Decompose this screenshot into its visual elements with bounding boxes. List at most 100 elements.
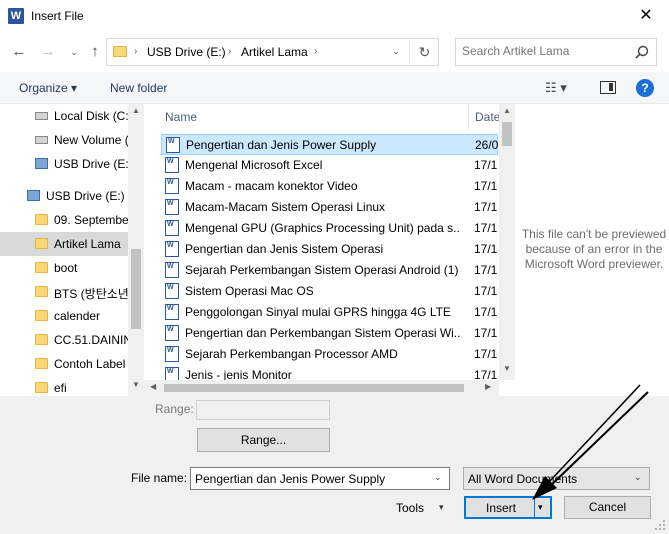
address-bar[interactable]: › USB Drive (E:) › Artikel Lama › ⌄ ↻ [106,38,439,66]
dialog-footer: Range: Range... File name: ⌄ All Word Do… [0,396,669,534]
range-button[interactable]: Range... [197,428,330,452]
chevron-down-icon[interactable]: ⌄ [634,472,642,483]
search-box[interactable] [455,38,657,66]
nav-item-local-disk-c[interactable]: Local Disk (C:) [0,104,128,128]
file-row[interactable]: W Sistem Operasi Mac OS 17/1 [161,281,498,302]
file-row[interactable]: W Sejarah Perkembangan Processor AMD 17/1 [161,344,498,365]
nav-item-usb-drive-e-root[interactable]: USB Drive (E:) [0,184,128,208]
search-input[interactable] [462,44,622,58]
nav-item-09-september[interactable]: 09. September [0,208,128,232]
nav-item-cc51-dainin[interactable]: CC.51.DAININ [0,328,128,352]
file-row[interactable]: W Mengenal GPU (Graphics Processing Unit)… [161,218,498,239]
file-row[interactable]: W Mengenal Microsoft Excel 17/1 [161,155,498,176]
change-view-icon[interactable]: ☷ ▾ [545,80,581,98]
file-date: 17/1 [474,221,498,235]
preview-pane-icon[interactable] [600,81,616,94]
scroll-right-icon[interactable]: ▶ [485,382,491,391]
nav-item-calender[interactable]: calender [0,304,128,328]
word-document-icon: W [165,178,179,194]
new-folder-button[interactable]: New folder [110,81,167,95]
file-name: Mengenal Microsoft Excel [185,158,323,172]
file-row[interactable]: W Jenis - jenis Monitor 17/1 [161,365,498,380]
file-row[interactable]: W Pengertian dan Jenis Power Supply 26/0 [161,134,498,155]
tools-dropdown-icon[interactable]: ▾ [439,502,444,513]
file-name: Penggolongan Sinyal mulai GPRS hingga 4G… [185,305,451,319]
scroll-down-icon[interactable]: ▼ [499,364,515,373]
folder-icon [35,262,48,273]
folder-icon [35,238,48,249]
nav-item-bts[interactable]: BTS (방탄소년 [0,280,128,304]
file-row[interactable]: W Macam-Macam Sistem Operasi Linux 17/1 [161,197,498,218]
scrollbar-thumb[interactable] [502,122,512,146]
file-row[interactable]: W Pengertian dan Jenis Sistem Operasi 17/1 [161,239,498,260]
nav-item-label: New Volume ( [54,133,128,147]
nav-item-label: 09. September [54,213,128,227]
nav-pane-scrollbar[interactable]: ▲ ▼ [128,104,144,396]
search-icon[interactable] [633,44,651,62]
nav-item-label: USB Drive (E:) [54,157,128,171]
file-name: Macam-Macam Sistem Operasi Linux [185,200,386,214]
scroll-down-icon[interactable]: ▼ [128,380,144,389]
insert-button[interactable]: Insert ▾ [464,496,552,519]
file-name-combobox[interactable]: ⌄ [190,467,450,490]
scroll-left-icon[interactable]: ◀ [150,382,156,391]
word-document-icon: W [165,304,179,320]
chevron-down-icon[interactable]: ⌄ [434,472,442,483]
resize-grip-icon[interactable] [654,519,666,531]
nav-item-label: BTS (방탄소년 [54,287,128,301]
word-document-icon: W [166,137,180,153]
folder-icon [35,382,48,393]
folder-icon [35,358,48,369]
file-name: Macam - macam konektor Video [185,179,358,193]
file-type-select[interactable]: All Word Documents ⌄ [463,467,650,490]
breadcrumb-artikel-lama[interactable]: Artikel Lama [241,45,308,59]
file-name: Jenis - jenis Monitor [185,368,292,380]
breadcrumb-separator-icon[interactable]: › [228,46,231,57]
scroll-up-icon[interactable]: ▲ [499,106,515,115]
nav-item-usb-drive-e[interactable]: USB Drive (E:) [0,152,128,176]
folder-icon [113,46,127,57]
file-date: 17/1 [474,368,498,380]
breadcrumb-usb-drive[interactable]: USB Drive (E:) [147,45,226,59]
file-date: 17/1 [474,263,498,277]
scrollbar-thumb[interactable] [164,384,464,392]
refresh-icon[interactable]: ↻ [409,39,439,65]
help-icon[interactable]: ? [636,79,654,97]
file-row[interactable]: W Sejarah Perkembangan Sistem Operasi And… [161,260,498,281]
word-document-icon: W [165,367,179,380]
up-button[interactable]: ↑ [85,42,105,62]
file-list-vertical-scrollbar[interactable]: ▲ ▼ [499,104,515,380]
file-name: Mengenal GPU (Graphics Processing Unit) … [185,221,460,235]
nav-item-label: Contoh Label [54,357,126,371]
recent-locations-chevron-icon[interactable]: ⌄ [64,42,84,62]
drive-icon [35,112,48,120]
breadcrumb-separator-icon[interactable]: › [134,46,137,57]
insert-dropdown-icon[interactable]: ▾ [538,502,543,513]
range-input [196,400,330,420]
nav-item-new-volume[interactable]: New Volume ( [0,128,128,152]
file-name-input[interactable] [195,472,425,486]
insert-split-divider [534,498,535,517]
tools-button[interactable]: Tools [396,501,424,515]
breadcrumb-separator-icon[interactable]: › [314,46,317,57]
nav-item-contoh-label[interactable]: Contoh Label [0,352,128,376]
file-row[interactable]: W Macam - macam konektor Video 17/1 [161,176,498,197]
organize-button[interactable]: Organize ▾ [19,81,77,95]
word-document-icon: W [165,262,179,278]
close-button[interactable]: ✕ [623,0,669,32]
scrollbar-thumb[interactable] [131,249,141,329]
file-row[interactable]: W Pengertian dan Perkembangan Sistem Oper… [161,323,498,344]
usb-icon [27,190,40,201]
address-dropdown-icon[interactable]: ⌄ [387,46,405,57]
file-list-horizontal-scrollbar[interactable]: ◀ ▶ [144,380,499,396]
file-row[interactable]: W Penggolongan Sinyal mulai GPRS hingga 4… [161,302,498,323]
nav-item-boot[interactable]: boot [0,256,128,280]
cancel-button[interactable]: Cancel [564,496,651,519]
nav-item-label: efi [54,381,67,395]
scroll-up-icon[interactable]: ▲ [128,106,144,115]
nav-item-artikel-lama[interactable]: Artikel Lama [0,232,128,256]
file-list: Name Date W Pengertian dan Jenis Power Su… [144,104,515,396]
back-button[interactable]: ← [9,42,29,62]
forward-button[interactable]: → [38,42,58,62]
file-name: Pengertian dan Perkembangan Sistem Opera… [185,326,460,340]
